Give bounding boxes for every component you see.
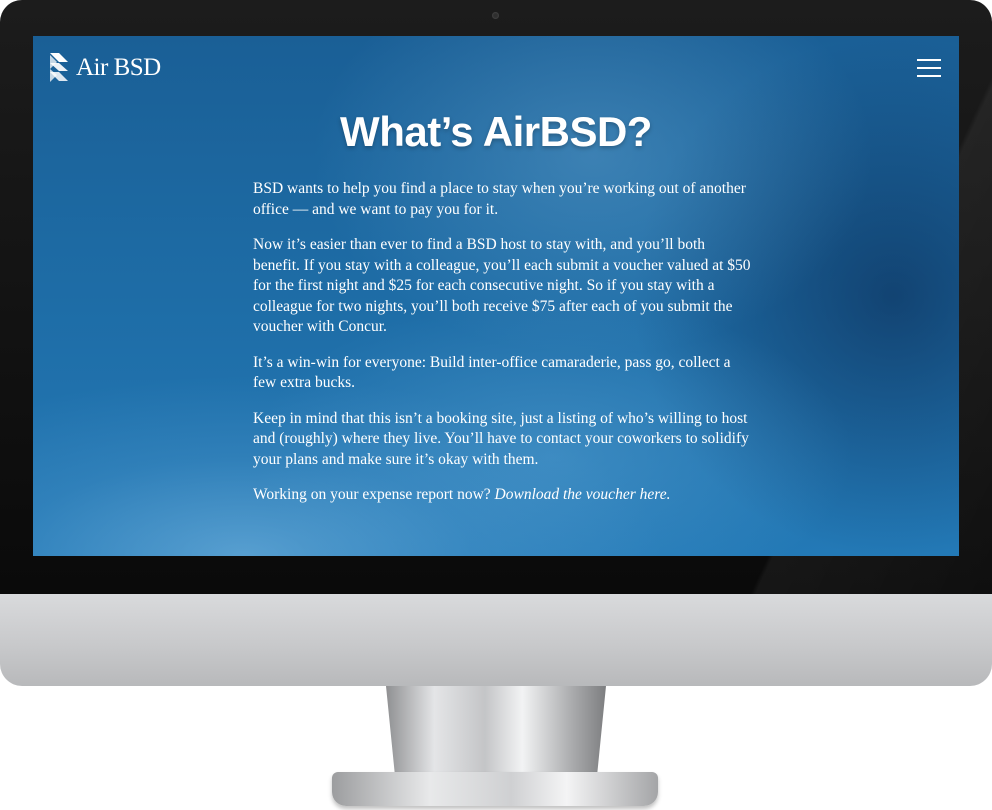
logo-text: Air BSD bbox=[76, 54, 161, 81]
menu-line bbox=[917, 67, 941, 69]
menu-line bbox=[917, 59, 941, 61]
camera-icon bbox=[492, 12, 499, 19]
intro-content: BSD wants to help you find a place to st… bbox=[253, 179, 753, 521]
win-win-paragraph: It’s a win-win for everyone: Build inter… bbox=[253, 353, 731, 392]
download-voucher-link[interactable]: Download the voucher here. bbox=[495, 486, 671, 503]
menu-line bbox=[917, 75, 941, 77]
expense-paragraph: Working on your expense report now? Down… bbox=[253, 485, 753, 506]
benefit-paragraph: Now it’s easier than ever to find a BSD … bbox=[253, 236, 751, 335]
airbsd-logo-icon bbox=[50, 53, 70, 83]
hamburger-menu-icon[interactable] bbox=[917, 59, 941, 77]
site-logo[interactable]: Air BSD bbox=[50, 53, 161, 83]
intro-paragraph: BSD wants to help you find a place to st… bbox=[253, 180, 746, 218]
booking-note-paragraph: Keep in mind that this isn’t a booking s… bbox=[253, 409, 749, 468]
monitor-chin bbox=[0, 594, 992, 686]
screen: Air BSD What’s AirBSD? BSD wants to help… bbox=[33, 36, 959, 556]
expense-prompt: Working on your expense report now? bbox=[253, 486, 491, 503]
monitor-stand-foot bbox=[332, 772, 658, 806]
monitor-frame: Air BSD What’s AirBSD? BSD wants to help… bbox=[0, 0, 992, 810]
page-title: What’s AirBSD? bbox=[340, 108, 652, 155]
